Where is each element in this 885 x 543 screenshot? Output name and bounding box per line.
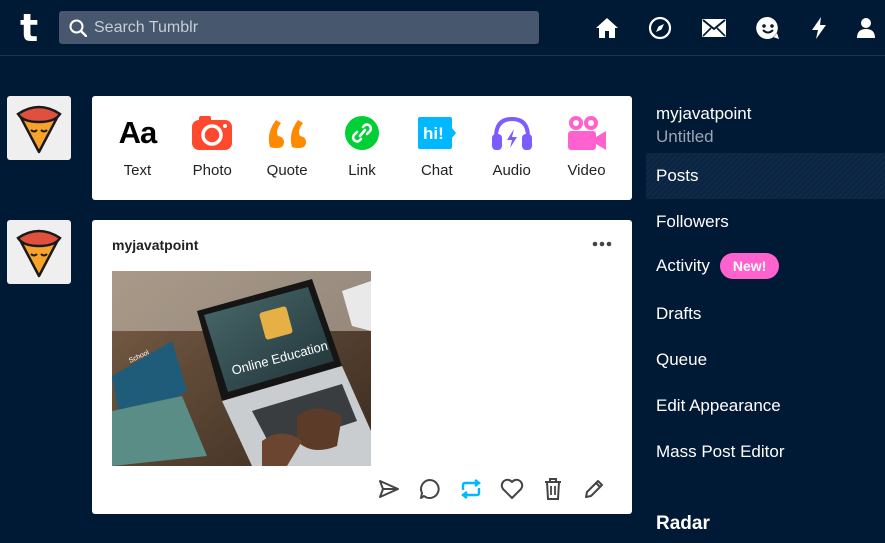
video-camera-icon	[564, 115, 608, 151]
post-type-text[interactable]: Aa Text	[102, 96, 172, 200]
chat-icon: hi!	[415, 115, 459, 151]
radar-heading: Radar	[656, 513, 710, 534]
post-type-label: Link	[348, 162, 376, 179]
sidebar-item-label: Drafts	[656, 304, 702, 323]
sidebar-item-queue[interactable]: Queue	[646, 337, 885, 383]
top-navigation: t	[0, 0, 885, 56]
post-type-video[interactable]: Video	[551, 96, 621, 200]
search-icon	[69, 19, 87, 37]
post-image[interactable]: Online Education School	[112, 271, 371, 466]
post-type-label: Audio	[492, 162, 531, 179]
sidebar-item-drafts[interactable]: Drafts	[646, 291, 885, 337]
post-card: myjavatpoint Online Education School	[92, 220, 632, 514]
post-type-label: Chat	[420, 162, 453, 179]
text-icon: Aa	[118, 115, 158, 150]
share-icon[interactable]	[368, 476, 409, 502]
explore-icon[interactable]	[646, 14, 674, 42]
post-type-label: Photo	[192, 162, 232, 179]
sidebar-item-label: Posts	[656, 166, 699, 185]
post-type-audio[interactable]: Audio	[477, 96, 547, 200]
more-options-icon[interactable]	[590, 234, 614, 254]
post-type-label: Text	[123, 162, 152, 179]
blog-avatar[interactable]	[7, 96, 71, 160]
search-input[interactable]	[94, 18, 514, 37]
post-type-label: Video	[567, 162, 606, 179]
messaging-icon[interactable]	[754, 14, 782, 42]
sidebar-item-posts[interactable]: Posts	[646, 153, 885, 199]
camera-icon	[190, 115, 234, 151]
post-type-photo[interactable]: Photo	[177, 96, 247, 200]
pizza-avatar-icon	[16, 105, 62, 154]
edit-icon[interactable]	[573, 476, 614, 502]
post-author-avatar[interactable]	[7, 220, 71, 284]
sidebar-item-mass-post-editor[interactable]: Mass Post Editor	[646, 429, 885, 475]
sidebar-item-followers[interactable]: Followers	[646, 199, 885, 245]
post-type-label: Quote	[266, 162, 308, 179]
search-bar[interactable]	[59, 11, 539, 44]
sidebar-item-activity[interactable]: Activity New!	[646, 243, 885, 289]
new-badge: New!	[719, 253, 780, 279]
post-actions	[368, 476, 614, 502]
quote-icon	[265, 115, 309, 151]
post-composer: Aa Text Photo Quote Link hi! Chat Audio	[92, 96, 632, 200]
delete-icon[interactable]	[532, 476, 573, 502]
tumblr-logo[interactable]: t	[20, 9, 44, 47]
reply-icon[interactable]	[409, 476, 450, 502]
home-icon[interactable]	[593, 14, 621, 42]
reblog-icon[interactable]	[450, 476, 491, 502]
link-icon	[340, 115, 384, 151]
like-icon[interactable]	[491, 476, 532, 502]
svg-text:hi!: hi!	[423, 124, 444, 143]
sidebar-item-edit-appearance[interactable]: Edit Appearance	[646, 383, 885, 429]
sidebar-item-label: Edit Appearance	[656, 396, 781, 415]
inbox-icon[interactable]	[700, 14, 728, 42]
sidebar-item-label: Activity	[656, 256, 710, 275]
blog-name[interactable]: myjavatpoint	[656, 104, 751, 124]
headphones-icon	[490, 115, 534, 151]
pizza-avatar-icon	[16, 229, 62, 278]
activity-icon[interactable]	[805, 14, 833, 42]
post-type-link[interactable]: Link	[327, 96, 397, 200]
post-author[interactable]: myjavatpoint	[112, 237, 198, 253]
sidebar-item-label: Mass Post Editor	[656, 442, 785, 461]
sidebar-item-label: Followers	[656, 212, 729, 231]
account-icon[interactable]	[852, 14, 880, 42]
post-type-quote[interactable]: Quote	[252, 96, 322, 200]
sidebar-item-label: Queue	[656, 350, 708, 369]
post-type-chat[interactable]: hi! Chat	[402, 96, 472, 200]
blog-title: Untitled	[656, 127, 714, 146]
